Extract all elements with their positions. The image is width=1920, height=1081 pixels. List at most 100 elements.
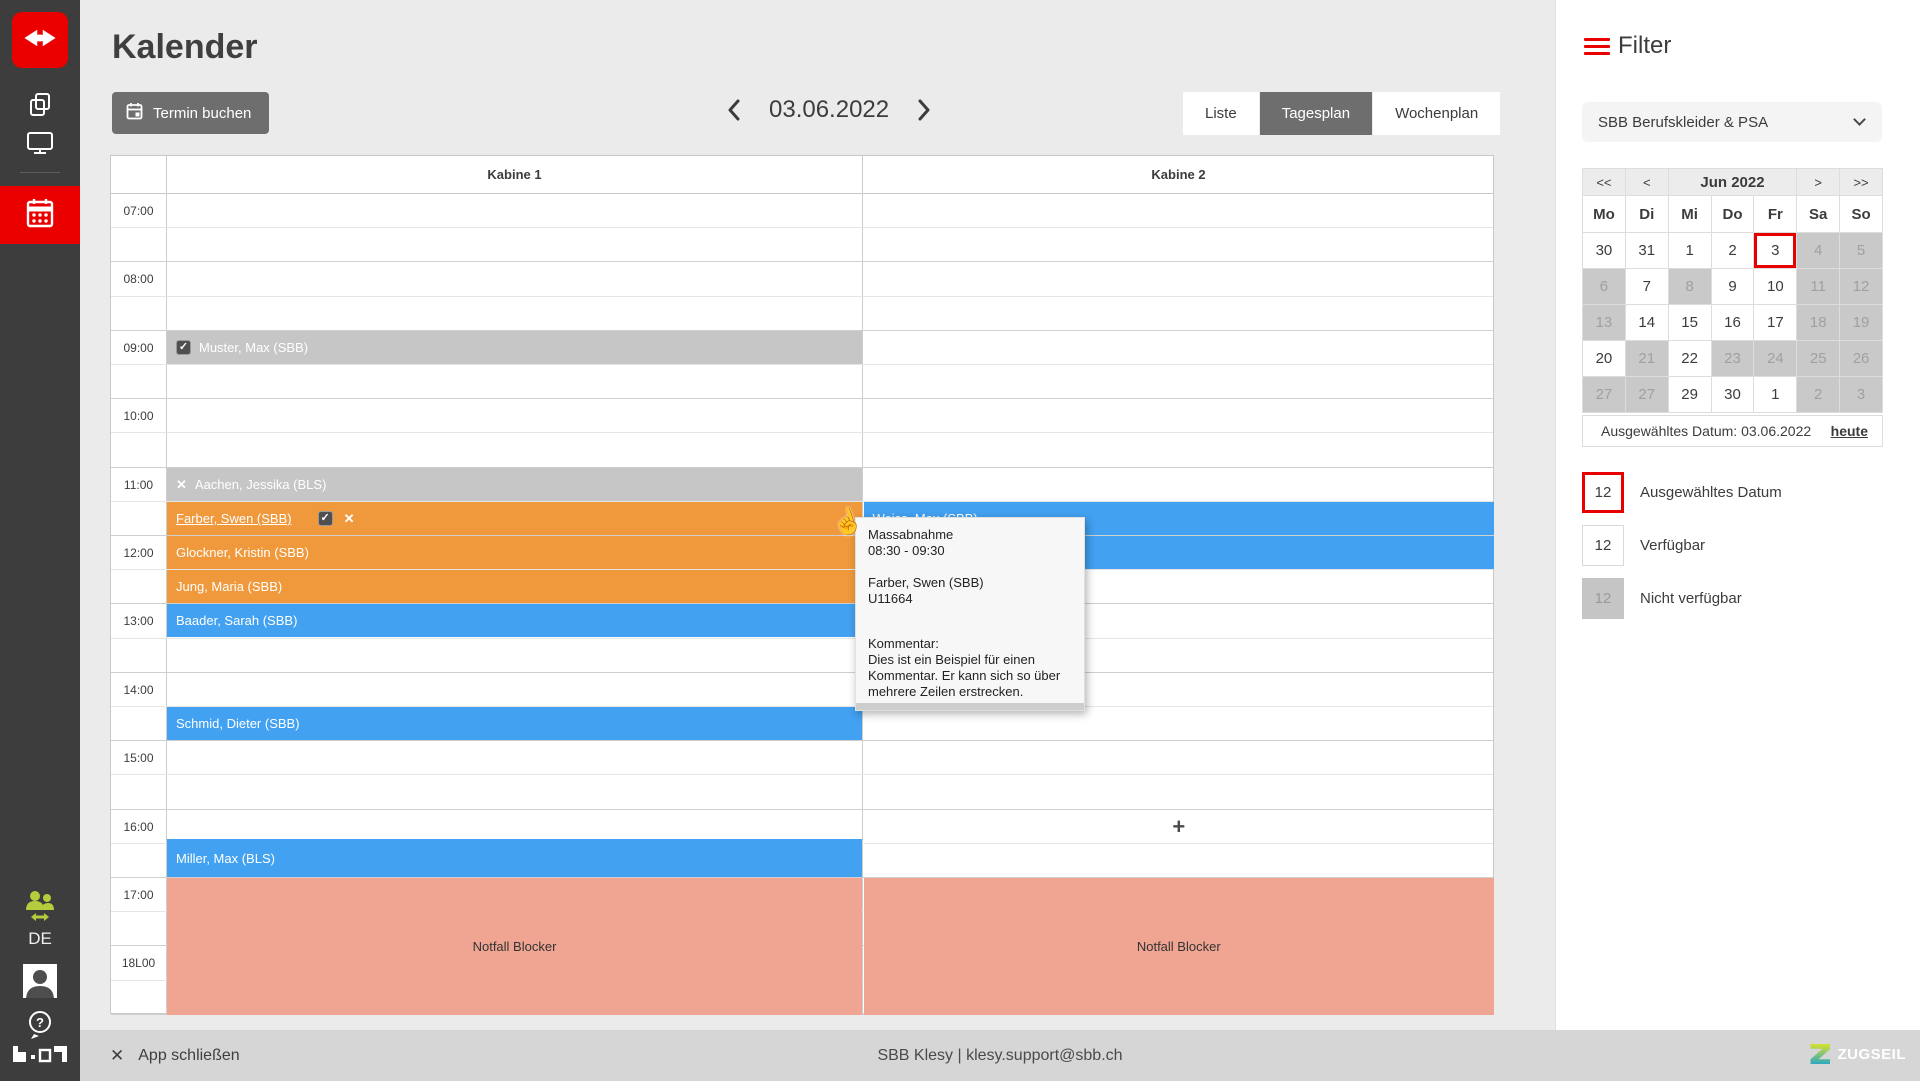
sbb-logo[interactable] <box>12 12 68 68</box>
mini-calendar-day: 23 <box>1712 341 1754 376</box>
calendar-event[interactable]: Baader, Sarah (SBB) <box>167 604 862 637</box>
mini-calendar-day[interactable]: 30 <box>1712 377 1754 412</box>
add-appointment-slot[interactable]: + <box>864 810 1495 844</box>
current-date: 03.06.2022 <box>769 96 889 124</box>
prev-day-button[interactable] <box>726 97 743 123</box>
mini-calendar-day[interactable]: 17 <box>1754 305 1796 340</box>
time-slot[interactable] <box>111 399 1493 433</box>
time-slot[interactable] <box>111 775 1493 809</box>
event-label: Baader, Sarah (SBB) <box>176 613 297 628</box>
calendar-event[interactable]: Schmid, Dieter (SBB) <box>167 707 862 740</box>
time-slot[interactable] <box>111 639 1493 673</box>
help-button[interactable]: ? <box>0 1010 80 1045</box>
appointment-tooltip: Massabnahme 08:30 - 09:30 Farber, Swen (… <box>855 517 1085 711</box>
zugseil-brand-name: ZUGSEIL <box>1837 1046 1906 1063</box>
mini-calendar-day[interactable]: 1 <box>1669 233 1711 268</box>
calendar-event[interactable]: Glockner, Kristin (SBB) <box>167 536 862 569</box>
time-slot[interactable] <box>111 228 1493 262</box>
today-link[interactable]: heute <box>1831 423 1868 439</box>
mini-calendar-day[interactable]: 9 <box>1712 269 1754 304</box>
sidebar-item-calendar-active[interactable] <box>0 186 80 244</box>
mini-calendar-day[interactable]: 2 <box>1712 233 1754 268</box>
time-slot[interactable] <box>111 673 1493 707</box>
copy-icon <box>28 92 52 123</box>
time-slot[interactable] <box>111 741 1493 775</box>
mini-calendar-day: 27 <box>1626 377 1668 412</box>
sidebar-item-copy[interactable] <box>0 92 80 123</box>
avatar[interactable] <box>23 964 57 998</box>
tooltip-comment: Dies ist ein Beispiel für einen Kommenta… <box>868 652 1072 700</box>
event-label: Notfall Blocker <box>1137 939 1221 954</box>
tooltip-person: Farber, Swen (SBB) <box>868 575 1072 591</box>
calendar-event[interactable]: Miller, Max (BLS) <box>167 839 862 877</box>
next-year-button[interactable]: >> <box>1840 169 1882 195</box>
mini-calendar-day: 2 <box>1797 377 1839 412</box>
legend-swatch-available: 12 <box>1582 525 1624 566</box>
prev-month-button[interactable]: < <box>1626 169 1668 195</box>
column-header-kabine-2: Kabine 2 <box>863 156 1494 194</box>
checkbox-checked-icon[interactable]: ✓ <box>176 340 191 355</box>
view-tab-wochenplan[interactable]: Wochenplan <box>1373 92 1500 135</box>
mini-calendar-day[interactable]: 31 <box>1626 233 1668 268</box>
day-calendar-grid: Kabine 1 Kabine 2 07:0008:0009:0010:0011… <box>110 155 1494 1014</box>
mini-calendar-day: 3 <box>1840 377 1882 412</box>
mini-calendar-day[interactable]: 20 <box>1583 341 1625 376</box>
filter-panel: Filter SBB Berufskleider & PSA <<<Jun 20… <box>1555 0 1920 1030</box>
view-tab-liste[interactable]: Liste <box>1183 92 1259 135</box>
close-icon[interactable]: ✕ <box>176 477 187 493</box>
mini-calendar-day[interactable]: 7 <box>1626 269 1668 304</box>
filter-title: Filter <box>1618 32 1671 60</box>
time-label: 13:00 <box>111 604 166 638</box>
mini-calendar-day[interactable]: 16 <box>1712 305 1754 340</box>
calendar-event[interactable]: ✓Muster, Max (SBB) <box>167 331 862 364</box>
mini-calendar-day: 26 <box>1840 341 1882 376</box>
next-month-button[interactable]: > <box>1797 169 1839 195</box>
date-navigation: 03.06.2022 <box>726 96 932 124</box>
event-label: Jung, Maria (SBB) <box>176 579 282 594</box>
selected-date-label: Ausgewähltes Datum: 03.06.2022 <box>1601 423 1811 439</box>
mini-calendar-day[interactable]: 15 <box>1669 305 1711 340</box>
tooltip-id: U11664 <box>868 591 1072 607</box>
checkbox-checked-icon[interactable]: ✓ <box>318 511 333 526</box>
mini-calendar-day: 25 <box>1797 341 1839 376</box>
mini-calendar-day: 4 <box>1797 233 1839 268</box>
menu-icon[interactable] <box>1584 38 1610 59</box>
svg-text:?: ? <box>36 1015 44 1030</box>
time-slot[interactable] <box>111 365 1493 399</box>
time-label: 09:00 <box>111 331 166 365</box>
calendar-event[interactable]: Jung, Maria (SBB) <box>167 570 862 603</box>
sidebar-item-display[interactable] <box>0 130 80 161</box>
mini-calendar-day-name: Di <box>1626 196 1668 232</box>
time-slot[interactable] <box>111 297 1493 331</box>
sidebar-item-user-switch[interactable] <box>0 890 80 929</box>
view-tab-tagesplan[interactable]: Tagesplan <box>1260 92 1372 135</box>
mini-calendar-day[interactable]: 30 <box>1583 233 1625 268</box>
close-icon[interactable]: ✕ <box>344 511 355 527</box>
mini-calendar-month-title: Jun 2022 <box>1669 169 1797 195</box>
calendar-event[interactable]: Notfall Blocker <box>864 878 1495 1015</box>
mini-calendar-day[interactable]: 10 <box>1754 269 1796 304</box>
next-day-button[interactable] <box>915 97 932 123</box>
calendar-event[interactable]: Farber, Swen (SBB)✓✕ <box>167 502 862 535</box>
legend-row: 12Ausgewähltes Datum <box>1582 472 1892 513</box>
event-label: Aachen, Jessika (BLS) <box>195 477 327 492</box>
mini-calendar-day: 21 <box>1626 341 1668 376</box>
time-slot[interactable] <box>111 262 1493 296</box>
mini-calendar-day[interactable]: 22 <box>1669 341 1711 376</box>
language-selector[interactable]: DE <box>0 929 80 949</box>
mini-calendar-day-name: Do <box>1712 196 1754 232</box>
book-appointment-button[interactable]: Termin buchen <box>112 92 269 134</box>
time-slot[interactable] <box>111 194 1493 228</box>
mini-calendar-day: 13 <box>1583 305 1625 340</box>
prev-year-button[interactable]: << <box>1583 169 1625 195</box>
calendar-event[interactable]: Notfall Blocker <box>167 878 862 1015</box>
mini-calendar-day[interactable]: 14 <box>1626 305 1668 340</box>
calendar-event[interactable]: ✕ Aachen, Jessika (BLS) <box>167 468 862 501</box>
footer-support-text: SBB Klesy | klesy.support@sbb.ch <box>80 1030 1920 1081</box>
mini-calendar-day[interactable]: 29 <box>1669 377 1711 412</box>
mini-calendar-day[interactable]: 3 <box>1754 233 1796 268</box>
time-slot[interactable] <box>111 433 1493 467</box>
category-dropdown[interactable]: SBB Berufskleider & PSA <box>1582 102 1882 142</box>
tooltip-scrollbar[interactable] <box>856 703 1084 710</box>
mini-calendar-day[interactable]: 1 <box>1754 377 1796 412</box>
